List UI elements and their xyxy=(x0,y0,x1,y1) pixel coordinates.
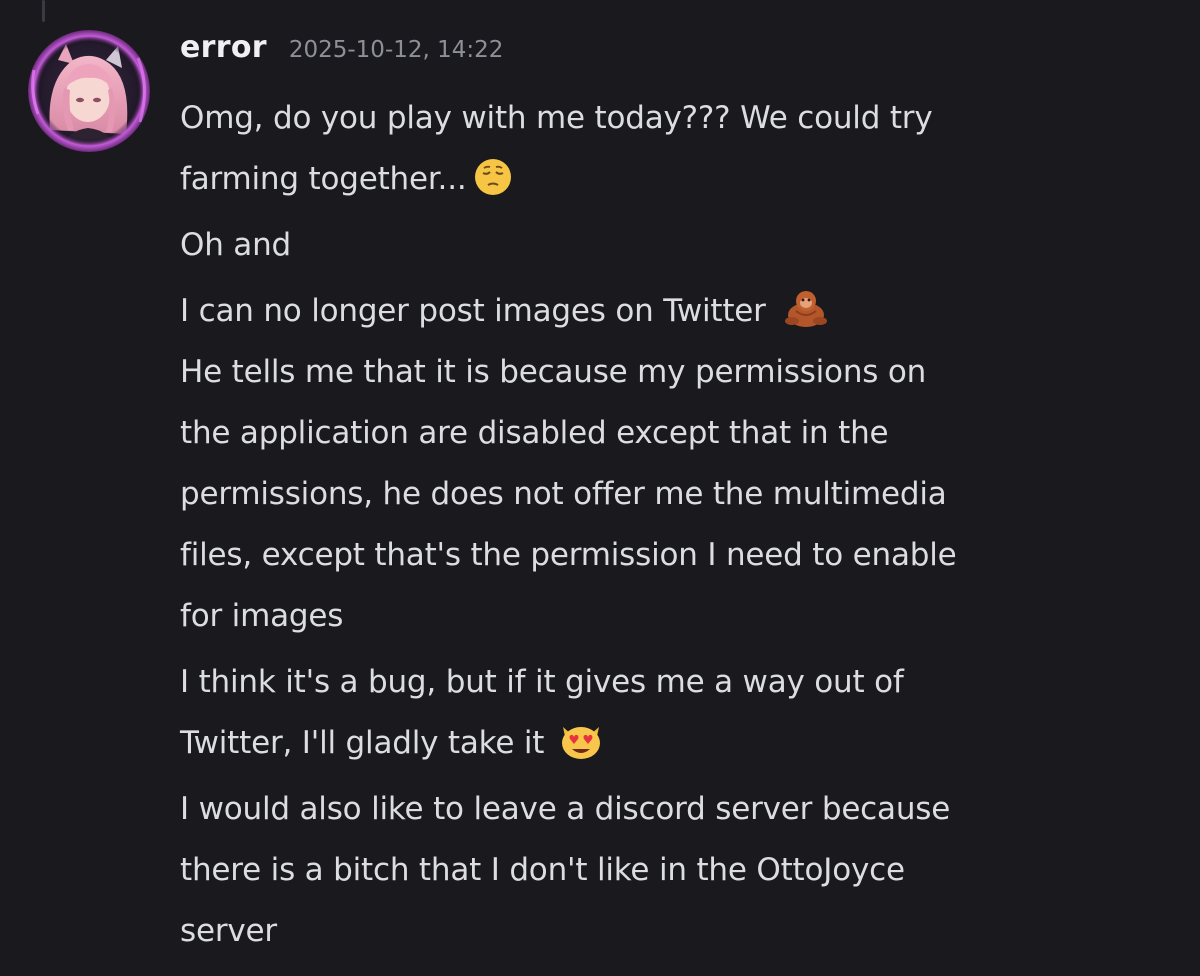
message-line: Omg, do you play with me today??? We cou… xyxy=(180,100,933,136)
message-paragraph: Omg, do you play with me today??? We cou… xyxy=(180,88,1180,210)
message-line: there is a bitch that I don't like in th… xyxy=(180,852,905,888)
message-line: permissions, he does not offer me the mu… xyxy=(180,476,947,512)
message-header: error 2025-10-12, 14:22 xyxy=(180,30,503,78)
message-line-with-emoji: I can no longer post images on Twitter xyxy=(180,281,1180,342)
username[interactable]: error xyxy=(180,30,267,65)
heart-eyes-cat-emoji xyxy=(558,719,604,761)
message-paragraph: Oh and xyxy=(180,215,1180,276)
message-line: the application are disabled except that… xyxy=(180,415,889,451)
message-paragraph: I can no longer post images on Twitter xyxy=(180,281,1180,342)
message-line: Twitter, I'll gladly take it xyxy=(180,725,545,761)
message-content: Omg, do you play with me today??? We cou… xyxy=(180,88,1180,962)
message-paragraph: He tells me that it is because my permis… xyxy=(180,342,1180,647)
message-line: files, except that's the permission I ne… xyxy=(180,537,957,573)
reply-thread-line xyxy=(42,0,45,22)
pensive-face-emoji xyxy=(473,157,513,197)
message-line: I would also like to leave a discord ser… xyxy=(180,791,951,827)
message-line: server xyxy=(180,913,277,949)
message-paragraph: I would also like to leave a discord ser… xyxy=(180,779,1180,962)
message-line: for images xyxy=(180,598,344,634)
message-line: I think it's a bug, but if it gives me a… xyxy=(180,664,904,700)
orangutan-emoji xyxy=(782,287,830,329)
message-line: farming together... xyxy=(180,161,467,197)
message-paragraph: I think it's a bug, but if it gives me a… xyxy=(180,652,1180,774)
chat-screen: error 2025-10-12, 14:22 Omg, do you play… xyxy=(0,0,1200,976)
anime-girl-avatar-icon xyxy=(28,30,150,152)
message-line: He tells me that it is because my permis… xyxy=(180,354,927,390)
timestamp: 2025-10-12, 14:22 xyxy=(288,37,504,63)
message-line: I can no longer post images on Twitter xyxy=(180,293,766,329)
message-line-with-emoji: farming together... xyxy=(180,149,1180,210)
user-avatar[interactable] xyxy=(28,30,150,152)
message-line-with-emoji: Twitter, I'll gladly take it xyxy=(180,713,1180,774)
message-line: Oh and xyxy=(180,227,292,263)
